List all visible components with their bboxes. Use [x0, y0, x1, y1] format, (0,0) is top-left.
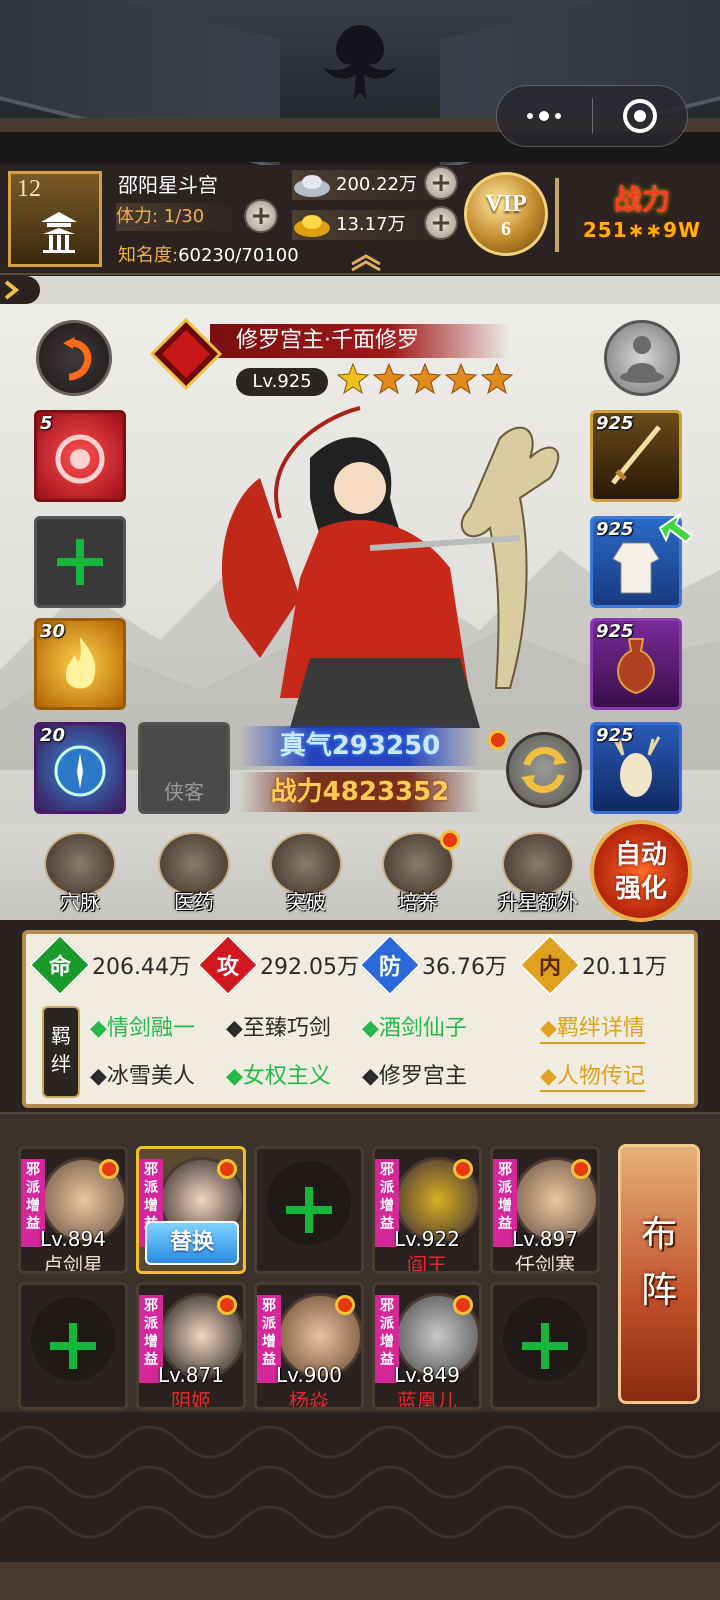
team-slot-empty[interactable]	[18, 1282, 128, 1410]
action-medicine[interactable]: 医药	[148, 832, 240, 915]
star-icon	[372, 362, 406, 395]
back-button[interactable]	[36, 320, 112, 396]
inner-power-icon: 内	[518, 933, 582, 997]
back-arrow-icon	[63, 337, 92, 381]
stat-hp: 命 206.44万	[28, 933, 191, 997]
team-member[interactable]: 邪派增益 Lv.849 蓝凰儿	[372, 1282, 482, 1410]
equipment-accessory[interactable]: 925	[590, 618, 682, 710]
defense-icon: 防	[358, 933, 422, 997]
roof-header	[0, 0, 720, 165]
hero-name: 修罗宫主·千面修罗	[236, 328, 419, 353]
team-slot-empty[interactable]	[254, 1146, 364, 1274]
team-member[interactable]: 邪派增益 Lv.894 卢剑星	[18, 1146, 128, 1274]
zhenqi-display: 真气293250	[240, 726, 480, 766]
more-dots-icon	[527, 111, 562, 121]
add-icon	[286, 1187, 332, 1233]
bond-item: ◆修罗宫主	[362, 1064, 467, 1089]
player-level: 12	[17, 176, 41, 202]
add-gold-button[interactable]: +	[424, 206, 458, 240]
hp-icon: 命	[28, 933, 92, 997]
bond-item: ◆冰雪美人	[90, 1064, 195, 1089]
chevron-right-icon	[4, 280, 20, 300]
team-member-selected[interactable]: 邪派增益 替换	[136, 1146, 246, 1274]
add-stamina-button[interactable]: +	[244, 199, 278, 233]
team-slot-empty[interactable]	[490, 1282, 600, 1410]
equipment-mount[interactable]: 925	[590, 722, 682, 814]
add-icon	[57, 539, 103, 585]
notification-dot	[440, 830, 460, 850]
add-icon	[522, 1323, 568, 1369]
skill-slot-1[interactable]: 5	[34, 410, 126, 502]
vip-badge[interactable]: VIP 6	[464, 172, 548, 256]
star-icon	[480, 362, 514, 395]
star-icon	[444, 362, 478, 395]
silver-ingot-icon	[294, 175, 330, 197]
stat-defense: 防 36.76万	[358, 933, 507, 997]
silver-display: 200.22万	[292, 170, 442, 200]
star-icon	[336, 362, 370, 395]
player-name: 邵阳星斗宫	[118, 173, 218, 197]
hero-power-display: 战力4823352	[240, 772, 480, 812]
close-mini-program-button[interactable]	[593, 86, 688, 146]
refresh-icon	[521, 747, 567, 793]
side-menu-toggle[interactable]	[0, 276, 40, 304]
bond-label: 羁绊	[42, 1006, 80, 1098]
rarity-badge-icon	[150, 318, 222, 390]
power-value: 251∗∗9W	[582, 218, 702, 242]
swap-hero-button[interactable]	[506, 732, 582, 808]
formation-button[interactable]: 布阵	[618, 1144, 700, 1404]
target-icon	[622, 99, 657, 133]
more-menu-button[interactable]	[497, 86, 592, 146]
stamina-display: 体力: 1/30	[116, 203, 246, 231]
treasure-slot[interactable]: 20	[34, 722, 126, 814]
auto-strengthen-button[interactable]: 自动强化	[590, 820, 692, 922]
team-member[interactable]: 邪派增益 Lv.871 阴姬	[136, 1282, 246, 1410]
skill-slot-2-empty[interactable]	[34, 516, 126, 608]
team-member[interactable]: 邪派增益 Lv.900 杨焱	[254, 1282, 364, 1410]
meditating-figure-icon	[620, 336, 664, 383]
add-silver-button[interactable]: +	[424, 166, 458, 200]
bond-item: ◆至臻巧剑	[226, 1016, 331, 1041]
pagoda-icon	[41, 212, 77, 253]
stat-attack: 攻 292.05万	[196, 933, 359, 997]
gold-display: 13.17万	[292, 210, 442, 240]
total-power[interactable]: 战力 251∗∗9W	[572, 178, 712, 242]
action-star-upgrade[interactable]: 升星额外	[484, 832, 592, 915]
fame-display: 知名度:60230/70100	[118, 245, 299, 266]
meditation-button[interactable]	[604, 320, 680, 396]
stat-inner: 内 20.11万	[518, 933, 667, 997]
replace-button[interactable]: 替换	[145, 1221, 239, 1265]
skill-slot-3[interactable]: 30	[34, 618, 126, 710]
bond-detail-link[interactable]: ◆羁绊详情	[540, 1010, 645, 1044]
collapse-chevron-icon[interactable]	[348, 252, 384, 272]
power-label: 战力	[613, 183, 670, 216]
biography-link[interactable]: ◆人物传记	[540, 1058, 645, 1092]
roof-ornament-icon	[324, 25, 396, 100]
action-acupoint[interactable]: 穴脉	[34, 832, 126, 915]
action-breakthrough[interactable]: 突破	[260, 832, 352, 915]
bottom-decoration	[0, 1412, 720, 1600]
team-member[interactable]: 邪派增益 Lv.922 阎王	[372, 1146, 482, 1274]
gold-ingot-icon	[294, 215, 330, 237]
star-icon	[408, 362, 442, 395]
mini-program-capsule	[496, 85, 688, 147]
player-level-box[interactable]: 12	[8, 171, 102, 267]
green-arrow-icon	[658, 511, 694, 544]
bond-item: ◆情剑融一	[90, 1016, 195, 1041]
add-icon	[50, 1323, 96, 1369]
bond-item: ◆酒剑仙子	[362, 1016, 467, 1041]
bond-item: ◆女权主义	[226, 1064, 331, 1089]
hero-level: Lv.925	[236, 368, 328, 396]
attack-icon: 攻	[196, 933, 260, 997]
team-member[interactable]: 邪派增益 Lv.897 任剑寒	[490, 1146, 600, 1274]
notification-dot	[488, 730, 508, 750]
equipment-weapon[interactable]: 925	[590, 410, 682, 502]
hero-stars	[336, 362, 514, 396]
formation-label: 布阵	[641, 1214, 678, 1311]
